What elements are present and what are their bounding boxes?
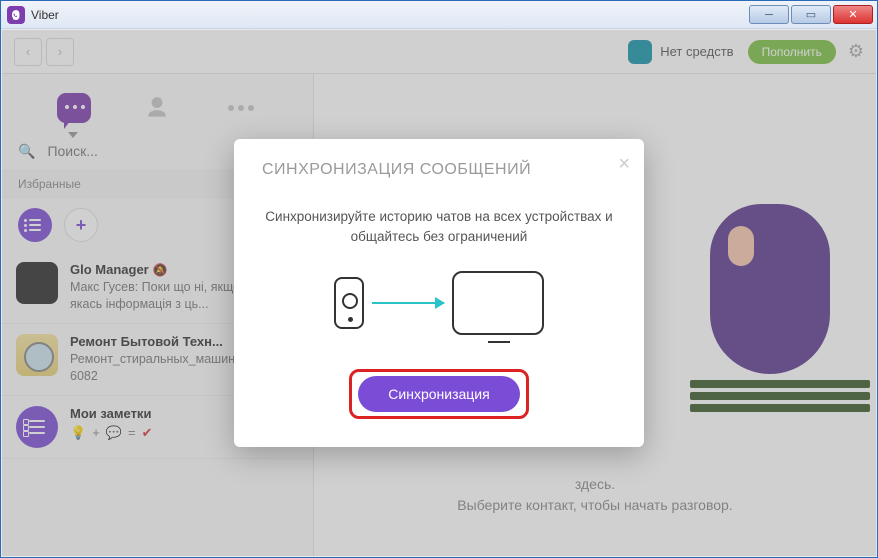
- close-button[interactable]: ✕: [833, 5, 873, 24]
- window-title: Viber: [31, 8, 747, 22]
- close-icon[interactable]: ×: [618, 153, 630, 176]
- modal-backdrop: × СИНХРОНИЗАЦИЯ СООБЩЕНИЙ Синхронизируйт…: [2, 30, 876, 556]
- titlebar: Viber ─ ▭ ✕: [1, 1, 877, 29]
- phone-icon: [334, 277, 364, 329]
- sync-button[interactable]: Синхронизация: [358, 376, 519, 412]
- window-controls: ─ ▭ ✕: [747, 5, 873, 24]
- arrow-icon: [372, 302, 444, 304]
- minimize-button[interactable]: ─: [749, 5, 789, 24]
- sync-button-highlight: Синхронизация: [349, 369, 528, 419]
- modal-title: СИНХРОНИЗАЦИЯ СООБЩЕНИЙ: [262, 161, 616, 179]
- app-icon: [7, 6, 25, 24]
- window-frame: Viber ─ ▭ ✕ ‹ › Нет средств Пополнить ⚙: [0, 0, 878, 558]
- maximize-button[interactable]: ▭: [791, 5, 831, 24]
- monitor-icon: [452, 271, 544, 335]
- sync-diagram: [262, 271, 616, 335]
- modal-description: Синхронизируйте историю чатов на всех ус…: [262, 207, 616, 246]
- sync-modal: × СИНХРОНИЗАЦИЯ СООБЩЕНИЙ Синхронизируйт…: [234, 139, 644, 446]
